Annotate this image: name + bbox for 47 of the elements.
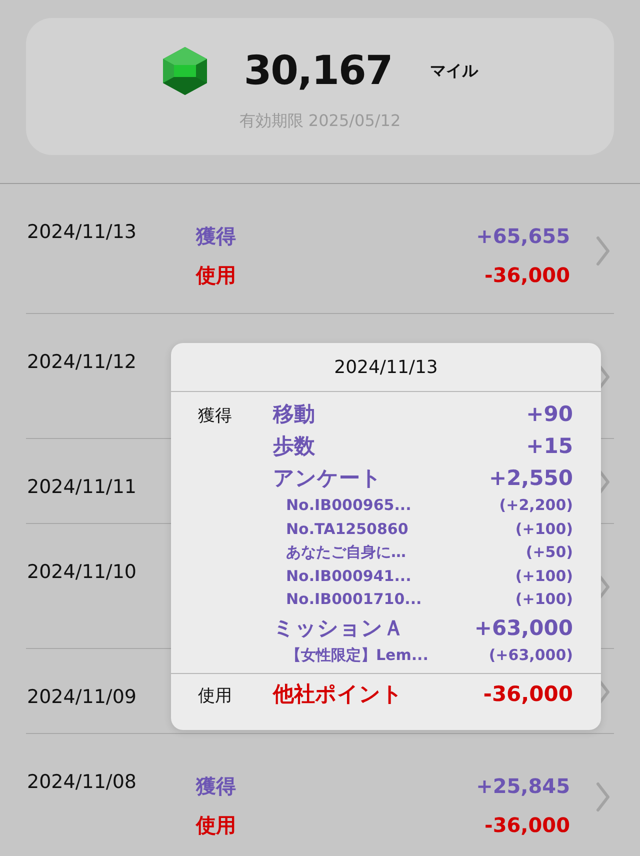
- entry-label: 使用: [196, 812, 236, 839]
- item-name: No.TA1250860: [286, 518, 408, 540]
- item-amount: (+100): [515, 518, 573, 540]
- item-amount: +2,550: [488, 465, 573, 492]
- item-name: 歩数: [273, 433, 315, 460]
- entry-amount: -36,000: [484, 262, 570, 289]
- entry-amount: -36,000: [484, 812, 570, 839]
- item-name: あなたご自身に…: [286, 542, 406, 563]
- gem-icon: [162, 46, 208, 96]
- history-row[interactable]: 2024/11/08 獲得 +25,845 使用 -36,000: [26, 734, 614, 856]
- entry-label: 使用: [196, 262, 236, 289]
- history-row[interactable]: 2024/11/13 獲得 +65,655 使用 -36,000: [26, 184, 614, 314]
- item-name: アンケート: [273, 465, 382, 492]
- history-date: 2024/11/09: [27, 685, 137, 710]
- item-name: No.IB000965...: [286, 495, 412, 516]
- item-amount: (+2,200): [499, 495, 573, 516]
- history-date: 2024/11/12: [27, 350, 137, 375]
- item-name: 【女性限定】Lem...: [286, 644, 428, 666]
- item-name: 他社ポイント: [273, 681, 403, 708]
- item-name: No.IB000941...: [286, 566, 412, 586]
- section-label: 使用: [198, 685, 233, 708]
- item-name: ミッションＡ: [273, 614, 404, 642]
- item-amount: +90: [526, 401, 573, 428]
- chevron-icon: [596, 236, 610, 266]
- section-label: 獲得: [198, 405, 233, 428]
- item-amount: +63,000: [474, 614, 573, 642]
- entry-amount: +25,845: [476, 773, 570, 800]
- item-amount: (+50): [526, 542, 573, 563]
- item-name: 移動: [273, 401, 315, 428]
- popup-title: 2024/11/13: [171, 343, 601, 392]
- mileage-unit: マイル: [430, 60, 478, 82]
- item-amount: -36,000: [483, 681, 573, 708]
- entry-label: 獲得: [196, 773, 236, 800]
- item-amount: (+100): [515, 566, 573, 586]
- item-amount: (+63,000): [488, 644, 573, 666]
- entry-label: 獲得: [196, 223, 236, 250]
- item-amount: +15: [526, 433, 573, 460]
- history-date: 2024/11/10: [27, 560, 137, 585]
- chevron-icon: [596, 782, 610, 812]
- item-amount: (+100): [515, 589, 573, 610]
- history-date: 2024/11/13: [27, 220, 137, 245]
- history-date: 2024/11/11: [27, 475, 137, 500]
- mileage-amount: 30,167: [244, 46, 392, 96]
- item-name: No.IB0001710...: [286, 589, 422, 610]
- history-date: 2024/11/08: [27, 770, 137, 795]
- entry-amount: +65,655: [476, 223, 570, 250]
- expiry-date: 有効期限 2025/05/12: [239, 110, 401, 132]
